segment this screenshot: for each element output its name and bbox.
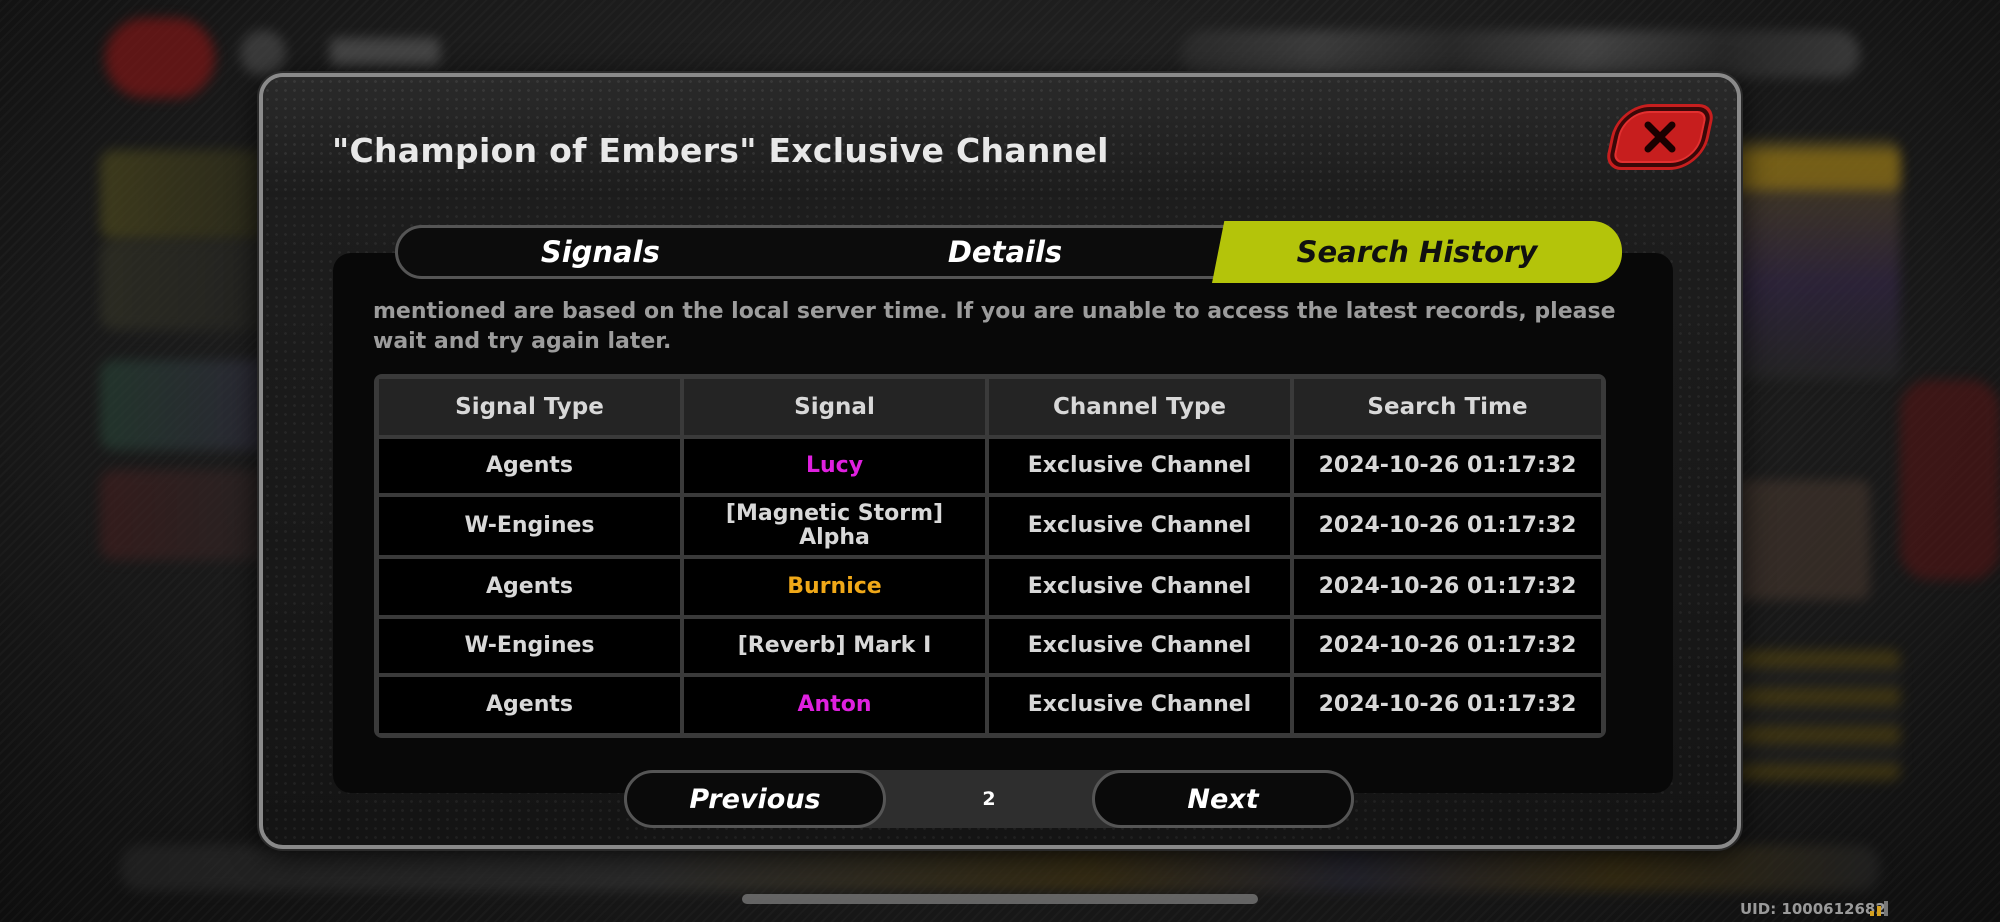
cell-search-time: 2024-10-26 01:17:32 <box>1292 495 1603 557</box>
table-header-row: Signal Type Signal Channel Type Search T… <box>377 377 1603 437</box>
cell-signal: [Reverb] Mark I <box>682 617 987 675</box>
cell-channel-type: Exclusive Channel <box>987 675 1292 735</box>
tab-search-history[interactable]: Search History <box>1212 221 1622 283</box>
uid-label: UID: 1000612682 <box>1740 900 1886 918</box>
cell-search-time: 2024-10-26 01:17:32 <box>1292 437 1603 495</box>
cell-signal-type: Agents <box>377 437 682 495</box>
modal-title: "Champion of Embers" Exclusive Channel <box>332 131 1109 170</box>
background-logo <box>105 18 215 98</box>
exclusive-channel-modal: "Champion of Embers" Exclusive Channel S… <box>259 73 1741 849</box>
cell-signal-type: W-Engines <box>377 617 682 675</box>
column-header-signal-type: Signal Type <box>377 377 682 437</box>
table-row: Agents Lucy Exclusive Channel 2024-10-26… <box>377 437 1603 495</box>
next-page-button[interactable]: Next <box>1092 770 1354 828</box>
page-number: 2 <box>982 788 996 810</box>
cell-channel-type: Exclusive Channel <box>987 495 1292 557</box>
cell-signal-type: W-Engines <box>377 495 682 557</box>
table-row: Agents Anton Exclusive Channel 2024-10-2… <box>377 675 1603 735</box>
table-row: Agents Burnice Exclusive Channel 2024-10… <box>377 557 1603 617</box>
cell-signal: Lucy <box>682 437 987 495</box>
column-header-channel-type: Channel Type <box>987 377 1292 437</box>
notice-text: mentioned are based on the local server … <box>373 299 1616 354</box>
cell-signal: [Magnetic Storm] Alpha <box>682 495 987 557</box>
cell-search-time: 2024-10-26 01:17:32 <box>1292 617 1603 675</box>
tab-details[interactable]: Details <box>803 228 1208 276</box>
pagination: Previous 2 Next <box>624 770 1354 828</box>
tab-signals[interactable]: Signals <box>398 228 803 276</box>
table-row: W-Engines [Reverb] Mark I Exclusive Chan… <box>377 617 1603 675</box>
background-right-list <box>1720 650 1900 780</box>
cell-channel-type: Exclusive Channel <box>987 557 1292 617</box>
background-right-art <box>1720 480 1870 600</box>
search-history-table: Signal Type Signal Channel Type Search T… <box>374 374 1606 738</box>
cell-signal: Burnice <box>682 557 987 617</box>
cell-channel-type: Exclusive Channel <box>987 617 1292 675</box>
home-indicator <box>742 894 1258 904</box>
background-bottom-bar <box>120 845 1880 891</box>
cell-channel-type: Exclusive Channel <box>987 437 1292 495</box>
cell-signal-type: Agents <box>377 557 682 617</box>
background-top-title <box>330 38 440 66</box>
table-row: W-Engines [Magnetic Storm] Alpha Exclusi… <box>377 495 1603 557</box>
close-x-icon <box>1644 121 1676 153</box>
cell-search-time: 2024-10-26 01:17:32 <box>1292 557 1603 617</box>
previous-page-button[interactable]: Previous <box>624 770 886 828</box>
signal-strength-icon <box>1870 900 1888 916</box>
column-header-search-time: Search Time <box>1292 377 1603 437</box>
column-header-signal: Signal <box>682 377 987 437</box>
background-right-accent <box>1900 380 2000 580</box>
cell-signal-type: Agents <box>377 675 682 735</box>
cell-signal: Anton <box>682 675 987 735</box>
background-right-banner <box>1720 150 1900 190</box>
background-top-icon <box>240 30 286 76</box>
background-currency-bar <box>1180 30 1860 78</box>
cell-search-time: 2024-10-26 01:17:32 <box>1292 675 1603 735</box>
